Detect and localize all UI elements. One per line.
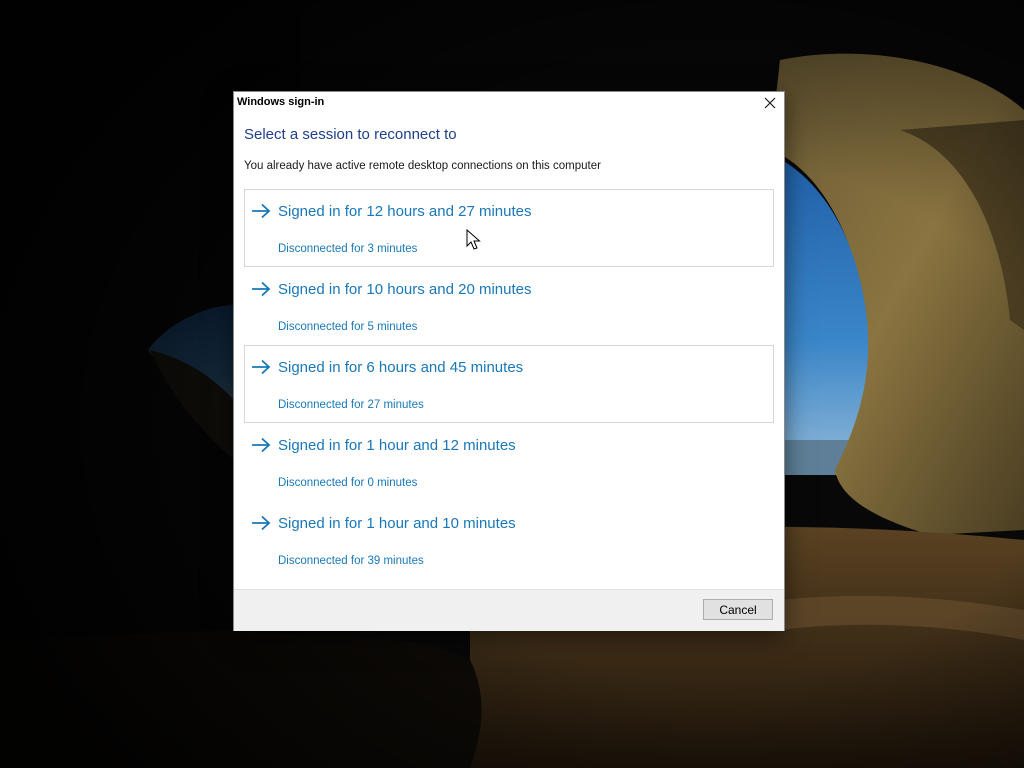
arrow-right-icon [252,359,271,375]
arrow-right-icon [252,437,271,453]
session-status: Disconnected for 0 minutes [278,477,418,489]
session-title: Signed in for 12 hours and 27 minutes [278,203,532,220]
mouse-pointer-icon [466,229,481,250]
session-list: Signed in for 12 hours and 27 minutes Di… [244,189,774,579]
dialog-footer: Cancel [234,589,784,631]
session-option-5[interactable]: Signed in for 1 hour and 10 minutes Disc… [244,501,774,579]
dialog-heading: Select a session to reconnect to [244,126,457,143]
session-status: Disconnected for 3 minutes [278,243,418,255]
session-option-2[interactable]: Signed in for 10 hours and 20 minutes Di… [244,267,774,345]
session-option-4[interactable]: Signed in for 1 hour and 12 minutes Disc… [244,423,774,501]
desktop-background: Windows sign-in Select a session to reco… [0,0,1024,768]
cancel-button[interactable]: Cancel [703,599,773,620]
dialog-subtext: You already have active remote desktop c… [244,160,601,172]
close-button[interactable] [756,92,784,114]
session-option-1[interactable]: Signed in for 12 hours and 27 minutes Di… [244,189,774,267]
dialog-titlebar: Windows sign-in [234,92,784,114]
arrow-right-icon [252,281,271,297]
arrow-right-icon [252,203,271,219]
session-title: Signed in for 1 hour and 10 minutes [278,515,516,532]
dialog-title: Windows sign-in [237,96,325,108]
session-title: Signed in for 6 hours and 45 minutes [278,359,524,376]
session-status: Disconnected for 39 minutes [278,555,424,567]
session-option-3[interactable]: Signed in for 6 hours and 45 minutes Dis… [244,345,774,423]
windows-sign-in-dialog: Windows sign-in Select a session to reco… [234,92,784,631]
session-status: Disconnected for 27 minutes [278,399,424,411]
session-title: Signed in for 1 hour and 12 minutes [278,437,516,454]
arrow-right-icon [252,515,271,531]
session-status: Disconnected for 5 minutes [278,321,418,333]
session-title: Signed in for 10 hours and 20 minutes [278,281,532,298]
close-icon [764,97,776,109]
